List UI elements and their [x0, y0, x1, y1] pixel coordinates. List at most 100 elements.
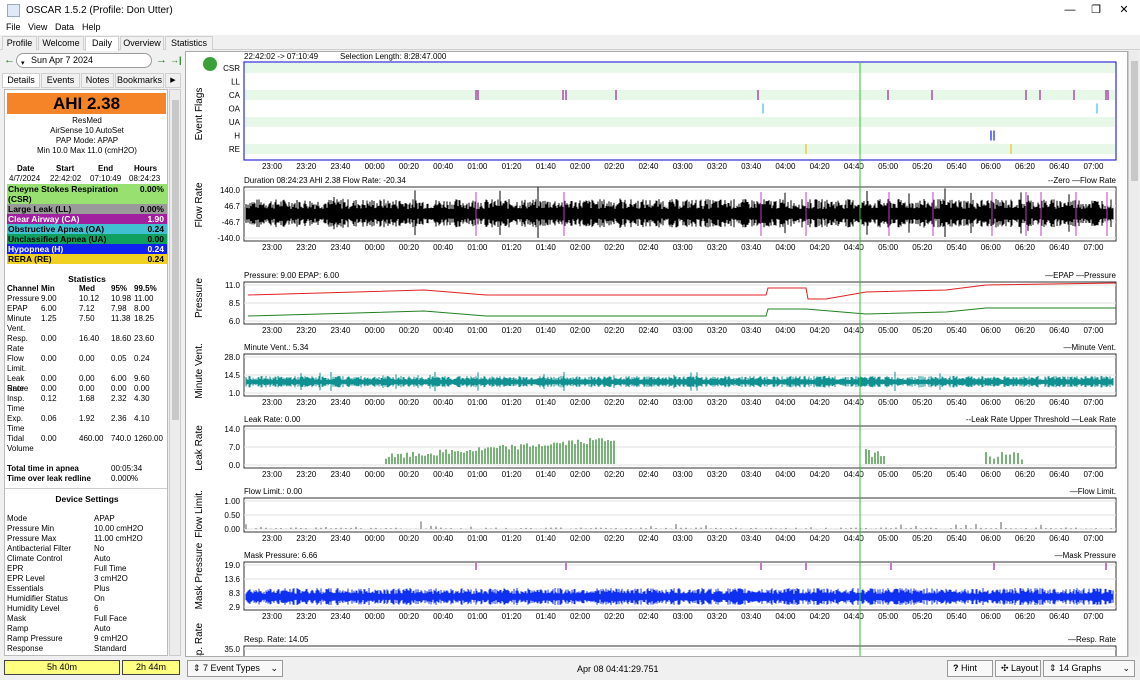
event-value: 0.24	[147, 244, 164, 254]
minimize-button[interactable]: —	[1062, 3, 1078, 18]
event-row[interactable]: Hypopnea (H) 0.24	[7, 244, 167, 254]
menu-data[interactable]: Data	[55, 22, 74, 32]
menu-file[interactable]: File	[6, 22, 21, 32]
tab-bookmarks[interactable]: Bookmarks	[115, 73, 164, 88]
x-tick-label: 01:40	[536, 534, 557, 543]
pap-mode: PAP Mode: APAP	[55, 136, 119, 145]
x-tick-label: 04:20	[810, 398, 831, 407]
layout-label: Layout	[1011, 663, 1039, 673]
graph-scrollbar[interactable]	[1128, 51, 1139, 657]
event-row[interactable]: RERA (RE) 0.24	[7, 254, 167, 264]
device-setting-value: Full Face	[94, 614, 127, 623]
x-tick-label: 03:20	[707, 326, 728, 335]
x-tick-label: 23:40	[330, 243, 351, 252]
tab-notes[interactable]: Notes	[81, 73, 114, 88]
graph-legend-resp: —Resp. Rate	[1068, 635, 1117, 644]
details-scrollbar[interactable]	[169, 89, 181, 656]
event-types-dropdown[interactable]: ⇕ 7 Event Types ⌄	[187, 660, 283, 677]
flag-row-label: LL	[231, 78, 240, 87]
time-button-2[interactable]: 2h 44m	[122, 660, 180, 675]
x-tick-label: 06:00	[981, 398, 1002, 407]
y-tick-label: -46.7	[222, 218, 241, 227]
stat-value: 0.00	[134, 384, 150, 393]
x-tick-label: 00:20	[399, 243, 420, 252]
menu-help[interactable]: Help	[82, 22, 101, 32]
stat-value: 18.25	[134, 314, 155, 323]
x-tick-label: 02:00	[570, 326, 591, 335]
x-tick-label: 00:40	[433, 534, 454, 543]
x-tick-label: 04:40	[844, 243, 865, 252]
stat-value: 4.30	[134, 394, 150, 403]
hint-button[interactable]: ? Hint	[947, 660, 993, 677]
x-tick-label: 03:00	[673, 470, 694, 479]
date-selector[interactable]: ▾ Sun Apr 7 2024	[16, 53, 152, 68]
tab-daily[interactable]: Daily	[85, 36, 119, 51]
x-tick-label: 03:00	[673, 398, 694, 407]
x-tick-label: 06:20	[1015, 243, 1036, 252]
menu-view[interactable]: View	[28, 22, 47, 32]
x-tick-label: 00:40	[433, 326, 454, 335]
tab-details[interactable]: Details	[2, 73, 40, 88]
stat-value: 1260.00	[134, 434, 163, 443]
pin-icon[interactable]	[203, 57, 217, 71]
event-row[interactable]: Unclassified Apnea (UA) 0.00	[7, 234, 167, 244]
x-tick-label: 00:00	[365, 243, 386, 252]
flag-row-label: RE	[229, 145, 240, 154]
layout-button[interactable]: ✣ Layout	[995, 660, 1041, 677]
device-setting-value: Auto	[94, 624, 111, 633]
event-row[interactable]: Cheyne Stokes Respiration (CSR) 0.00%	[7, 184, 167, 204]
stat-value: 460.00	[79, 434, 104, 443]
x-tick-label: 00:00	[365, 398, 386, 407]
x-tick-label: 06:40	[1049, 398, 1070, 407]
tab-profile[interactable]: Profile	[2, 36, 37, 50]
x-tick-label: 03:20	[707, 398, 728, 407]
tab-welcome[interactable]: Welcome	[38, 36, 84, 50]
device-setting-value: Plus	[94, 584, 110, 593]
device-setting-value: 9 cmH2O	[94, 634, 128, 643]
x-tick-label: 01:20	[502, 534, 523, 543]
stat-value: 0.24	[134, 354, 150, 363]
y-tick-label: 8.3	[229, 589, 241, 598]
event-row[interactable]: Large Leak (LL) 0.00%	[7, 204, 167, 214]
tab-statistics[interactable]: Statistics	[165, 36, 213, 50]
stat-value: 0.00	[111, 384, 127, 393]
event-label: Obstructive Apnea (OA)	[8, 224, 105, 234]
tab-events[interactable]: Events	[41, 73, 80, 88]
device-setting-name: Response	[7, 644, 44, 653]
x-tick-label: 01:00	[467, 470, 488, 479]
leak-redline-label: Time over leak redline	[7, 474, 91, 483]
event-row[interactable]: Clear Airway (CA) 1.90	[7, 214, 167, 224]
flag-row-label: CA	[229, 91, 241, 100]
stat-value: 0.00	[41, 434, 57, 443]
time-button-1[interactable]: 5h 40m	[4, 660, 120, 675]
graphs-dropdown[interactable]: ⇕ 14 Graphs ⌄	[1043, 660, 1135, 677]
x-tick-label: 07:00	[1083, 470, 1104, 479]
stat-value: 7.98	[111, 304, 127, 313]
tab-scroll-right[interactable]: ▶	[165, 73, 181, 88]
previous-day-button[interactable]: ←	[4, 54, 15, 66]
stat-channel: Flow Limit.	[7, 354, 27, 373]
expand-icon: ⇕	[193, 663, 204, 673]
graphs-canvas[interactable]: Event Flags 22:42:02 -> 07:10:49 Selection…	[186, 52, 1128, 657]
x-tick-label: 01:40	[536, 398, 557, 407]
close-button[interactable]: ✕	[1116, 3, 1132, 18]
stat-value: 10.98	[111, 294, 132, 303]
x-tick-label: 04:00	[775, 243, 796, 252]
tab-overview[interactable]: Overview	[120, 36, 164, 50]
next-day-button[interactable]: →	[156, 54, 167, 66]
x-tick-label: 03:20	[707, 243, 728, 252]
plot-area-resp[interactable]	[243, 645, 1117, 657]
details-panel: AHI 2.38 ResMed AirSense 10 AutoSet PAP …	[4, 89, 168, 656]
x-tick-label: 04:00	[775, 398, 796, 407]
y-tick-label: 35.0	[224, 645, 240, 654]
graph-label-resp: Resp. Rate	[194, 623, 205, 657]
last-day-button[interactable]: →|	[170, 55, 182, 65]
maximize-button[interactable]: ❐	[1088, 3, 1104, 18]
stat-value: 4.10	[134, 414, 150, 423]
graph-legend-flowlimit: —Flow Limit.	[1070, 487, 1116, 496]
expand-icon: ⇕	[1049, 663, 1060, 673]
event-row[interactable]: Obstructive Apnea (OA) 0.24	[7, 224, 167, 234]
x-tick-label: 00:00	[365, 612, 386, 621]
x-tick-label: 03:20	[707, 612, 728, 621]
stat-value: 11.38	[111, 314, 131, 323]
